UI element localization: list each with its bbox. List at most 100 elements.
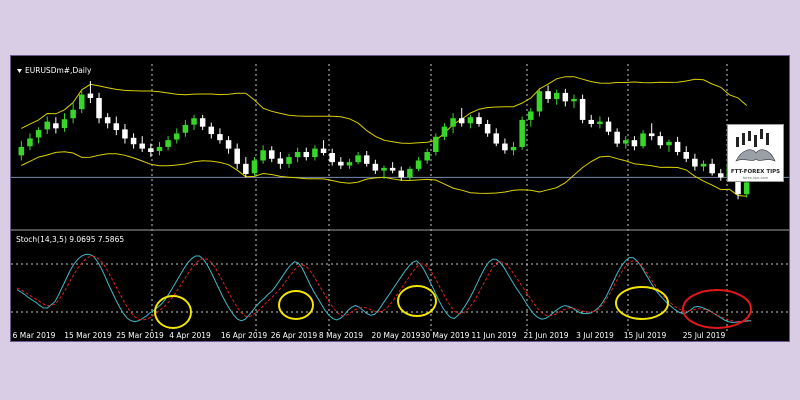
candle-body: [666, 141, 672, 146]
yellow-circle-annotation: [615, 286, 669, 320]
candle-body: [579, 98, 586, 120]
candle-body: [657, 136, 664, 146]
x-tick-label: 11 Jun 2019: [471, 331, 516, 340]
candle-body: [234, 148, 240, 164]
candle-body: [268, 150, 275, 159]
candle: [96, 92, 102, 124]
candle-body: [61, 119, 68, 129]
candle: [148, 143, 154, 158]
candle: [35, 127, 42, 144]
candle: [718, 168, 724, 181]
candle: [536, 87, 543, 117]
candle: [225, 136, 232, 154]
candle-body: [528, 111, 534, 120]
candle-body: [718, 173, 724, 178]
x-tick-label: 4 Apr 2019: [169, 331, 211, 340]
candle: [199, 114, 206, 131]
candle-body: [640, 133, 646, 147]
candle: [597, 116, 603, 129]
candle: [579, 94, 586, 124]
candle: [683, 146, 689, 163]
x-tick-label: 20 May 2019: [372, 331, 421, 340]
candle: [277, 152, 284, 169]
candle-body: [510, 146, 517, 151]
candle: [614, 128, 620, 147]
candle: [502, 138, 508, 154]
candle: [648, 123, 655, 141]
candle-body: [312, 148, 318, 158]
candle: [44, 116, 50, 135]
candle-body: [614, 131, 620, 144]
candle-body: [648, 133, 655, 137]
candle-body: [139, 143, 145, 149]
candle-body: [346, 162, 353, 166]
candle-body: [130, 137, 137, 145]
candle: [104, 113, 111, 129]
candle: [372, 159, 379, 174]
candle-body: [363, 155, 370, 164]
candle-body: [467, 117, 474, 124]
candle: [657, 131, 664, 149]
candle: [562, 88, 569, 107]
candle: [450, 113, 456, 134]
candle: [165, 136, 171, 151]
candle-body: [79, 94, 85, 110]
candle-body: [44, 121, 50, 130]
candle: [268, 146, 275, 163]
x-tick-label: 25 Jul 2019: [683, 331, 726, 340]
candle-body: [631, 140, 638, 147]
candle: [53, 117, 59, 134]
logo-text: FTT-FOREX TIPS: [730, 169, 781, 175]
candle-body: [277, 158, 284, 164]
candle-body: [148, 148, 154, 152]
candle-body: [217, 134, 223, 141]
candle: [243, 157, 249, 178]
candle: [640, 130, 646, 149]
red-circle-annotation: [682, 289, 752, 329]
x-tick-label: 3 Jul 2019: [576, 331, 614, 340]
candle: [234, 143, 240, 169]
candle-body: [484, 123, 491, 134]
candle: [692, 153, 698, 171]
candle: [18, 140, 25, 161]
candle: [320, 140, 327, 156]
candle-body: [303, 152, 310, 158]
candle-body: [433, 136, 439, 152]
candle-body: [18, 146, 25, 156]
candle: [363, 150, 370, 167]
candle-body: [35, 130, 42, 138]
candle-body: [700, 163, 707, 167]
candle: [398, 166, 405, 181]
candle: [510, 141, 517, 156]
candle: [623, 136, 629, 149]
candle-body: [173, 133, 180, 140]
annotations: [154, 285, 752, 329]
candle-body: [225, 140, 232, 149]
candle-body: [70, 109, 76, 119]
x-tick-label: 25 Mar 2019: [116, 331, 164, 340]
candle: [217, 128, 223, 144]
candle-body: [381, 167, 387, 171]
candle-body: [502, 143, 508, 151]
candle: [173, 128, 180, 144]
candle-body: [320, 148, 327, 154]
candle-body: [286, 157, 292, 164]
candle: [484, 119, 491, 137]
x-tick-label: 8 May 2019: [319, 331, 363, 340]
candle-body: [27, 138, 33, 147]
candle-body: [156, 146, 163, 151]
candle: [588, 114, 595, 128]
x-tick-label: 16 Apr 2019: [221, 331, 268, 340]
dropdown-triangle-icon[interactable]: [17, 69, 22, 73]
candle: [27, 133, 33, 151]
candle-body: [329, 153, 335, 163]
candle-body: [743, 182, 750, 195]
candle-body: [96, 97, 102, 119]
yellow-circle-annotation: [278, 290, 314, 320]
candle-body: [407, 168, 413, 178]
bull-bear-logo-icon: [735, 129, 776, 162]
candle-body: [398, 170, 405, 178]
candle: [709, 158, 715, 176]
candle-body: [674, 141, 681, 152]
candle-body: [553, 92, 560, 99]
